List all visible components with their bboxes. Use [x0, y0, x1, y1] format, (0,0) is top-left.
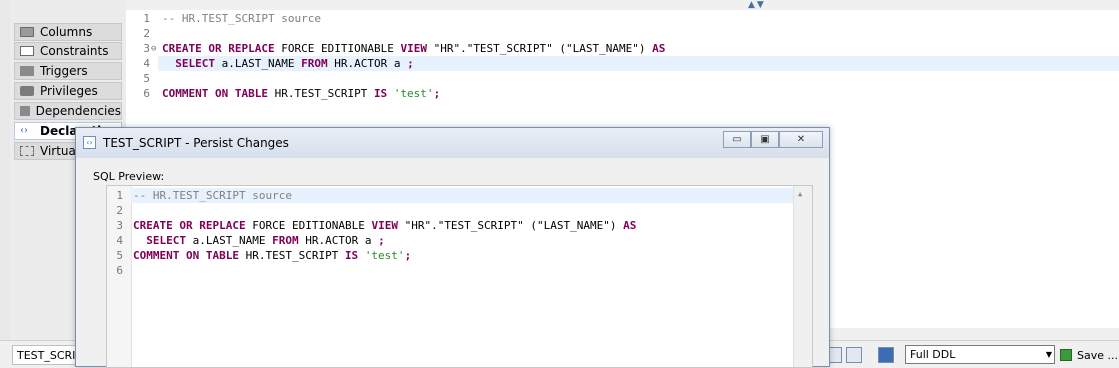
sql-keyword: COMMENT ON TABLE	[133, 249, 239, 262]
sql-keyword: OR	[208, 42, 222, 55]
sql-keyword: IS	[373, 87, 388, 100]
dialog-title: TEST_SCRIPT - Persist Changes	[103, 136, 289, 150]
sql-keyword: REPLACE	[199, 219, 246, 232]
ddl-format-select[interactable]: Full DDL ▼	[905, 345, 1055, 364]
sql-columns: ("LAST_NAME")	[530, 219, 617, 232]
sql-semicolon: ;	[407, 57, 414, 70]
key-icon	[20, 86, 34, 96]
preview-line-3: CREATE OR REPLACE FORCE EDITIONABLE VIEW…	[133, 219, 636, 232]
editor-top-strip: ▲▼	[126, 0, 1119, 10]
sql-keyword: CREATE	[162, 42, 202, 55]
sql-keyword: AS	[623, 219, 637, 232]
line-number: 4	[143, 57, 150, 70]
table-columns-icon	[20, 27, 34, 37]
maximize-button[interactable]: ▣	[751, 131, 779, 148]
sql-preview-editor[interactable]: 1 2 3 4 5 6 -- HR.TEST_SCRIPT source CRE…	[106, 185, 813, 368]
declaration-icon: ‹›	[20, 125, 28, 136]
line-number: 1	[116, 189, 123, 202]
sql-comment: -- HR.TEST_SCRIPT source	[162, 12, 321, 25]
sql-columns: ("LAST_NAME")	[559, 42, 646, 55]
sql-comment: -- HR.TEST_SCRIPT source	[133, 189, 292, 202]
collapse-arrows-icon[interactable]: ▲▼	[748, 0, 766, 10]
sql-preview-label: SQL Preview:	[93, 170, 165, 183]
line-number: 1	[143, 12, 150, 25]
sql-keyword: VIEW	[400, 42, 427, 55]
sql-text: a.LAST_NAME	[192, 234, 266, 247]
sql-semicolon: ;	[433, 87, 441, 100]
constraints-icon	[20, 46, 34, 56]
sql-text: HR.ACTOR a	[334, 57, 401, 70]
bottom-tab-test-script[interactable]: TEST_SCRIPT	[12, 345, 78, 365]
sql-identifier: "HR"."TEST_SCRIPT"	[404, 219, 524, 232]
line-number: 5	[143, 72, 150, 85]
sql-text: HR.TEST_SCRIPT	[274, 87, 368, 100]
dropdown-arrow-icon: ▼	[1045, 350, 1052, 359]
sql-string: 'test'	[393, 87, 434, 100]
dialog-titlebar[interactable]: ‹› TEST_SCRIPT - Persist Changes ▭ ▣ ✕	[76, 128, 829, 158]
tab-dependencies[interactable]: Dependencies	[14, 102, 122, 120]
triggers-icon	[20, 66, 34, 76]
tab-constraints-label: Constraints	[40, 44, 109, 58]
sql-text: HR.TEST_SCRIPT	[245, 249, 339, 262]
vertical-scrollbar[interactable]: ▲	[793, 186, 812, 367]
sql-text: FORCE EDITIONABLE	[252, 219, 365, 232]
tab-privileges-label: Privileges	[40, 84, 98, 98]
preview-line-1: -- HR.TEST_SCRIPT source	[133, 189, 292, 202]
minimize-button[interactable]: ▭	[723, 131, 751, 148]
persist-changes-dialog: ‹› TEST_SCRIPT - Persist Changes ▭ ▣ ✕ S…	[75, 127, 830, 368]
virtual-icon	[20, 146, 34, 156]
code-line-3: CREATE OR REPLACE FORCE EDITIONABLE VIEW…	[162, 42, 665, 55]
close-button[interactable]: ✕	[779, 131, 823, 148]
line-number: 6	[143, 87, 150, 100]
dialog-app-icon: ‹›	[83, 136, 96, 149]
line-number: 4	[116, 234, 123, 247]
preview-line-4: SELECT a.LAST_NAME FROM HR.ACTOR a ;	[133, 234, 385, 247]
code-line-1: -- HR.TEST_SCRIPT source	[162, 12, 321, 25]
sql-semicolon: ;	[378, 234, 385, 247]
dependencies-icon	[20, 106, 30, 116]
line-number: 2	[143, 27, 150, 40]
line-number: 5	[116, 249, 123, 262]
sql-keyword: REPLACE	[228, 42, 275, 55]
sql-text: a.LAST_NAME	[221, 57, 295, 70]
sql-string: 'test'	[364, 249, 405, 262]
sql-semicolon: ;	[404, 249, 412, 262]
sql-keyword: SELECT	[175, 57, 215, 70]
tab-virtual-label: Virtual	[40, 144, 80, 158]
code-line-6: COMMENT ON TABLE HR.TEST_SCRIPT IS 'test…	[162, 87, 440, 100]
save-label: Save ...	[1077, 348, 1118, 362]
tab-constraints[interactable]: Constraints	[14, 42, 122, 60]
tab-triggers-label: Triggers	[40, 64, 88, 78]
line-number: 3	[143, 42, 150, 55]
tab-dependencies-label: Dependencies	[35, 104, 121, 118]
sql-identifier: "HR"."TEST_SCRIPT"	[433, 42, 553, 55]
ddl-selected-option: Full DDL	[910, 348, 956, 361]
tab-columns-label: Columns	[40, 25, 93, 39]
sql-keyword: AS	[652, 42, 666, 55]
save-icon	[1060, 349, 1072, 361]
line-number: 2	[116, 204, 123, 217]
sql-keyword: CREATE	[133, 219, 173, 232]
scroll-up-arrow-icon[interactable]: ▲	[798, 190, 802, 198]
refresh-icon[interactable]	[846, 347, 862, 363]
sql-keyword: FROM	[272, 234, 299, 247]
preview-line-5: COMMENT ON TABLE HR.TEST_SCRIPT IS 'test…	[133, 249, 411, 262]
save-button[interactable]: Save ...	[1060, 346, 1118, 364]
tab-privileges[interactable]: Privileges	[14, 82, 122, 100]
line-number: 3	[116, 219, 123, 232]
sql-text: HR.ACTOR a	[305, 234, 372, 247]
tab-columns[interactable]: Columns	[14, 23, 122, 41]
sql-keyword: FROM	[301, 57, 328, 70]
sql-keyword: OR	[179, 219, 193, 232]
console-icon[interactable]	[878, 347, 894, 363]
sql-keyword: COMMENT ON TABLE	[162, 87, 268, 100]
sql-keyword: SELECT	[146, 234, 186, 247]
fold-toggle-icon[interactable]: ⊖	[151, 44, 156, 54]
sql-keyword: IS	[344, 249, 359, 262]
sql-keyword: VIEW	[371, 219, 398, 232]
line-number: 6	[116, 264, 123, 277]
tab-triggers[interactable]: Triggers	[14, 62, 122, 80]
sql-text: FORCE EDITIONABLE	[281, 42, 394, 55]
code-line-4: SELECT a.LAST_NAME FROM HR.ACTOR a ;	[162, 57, 414, 70]
